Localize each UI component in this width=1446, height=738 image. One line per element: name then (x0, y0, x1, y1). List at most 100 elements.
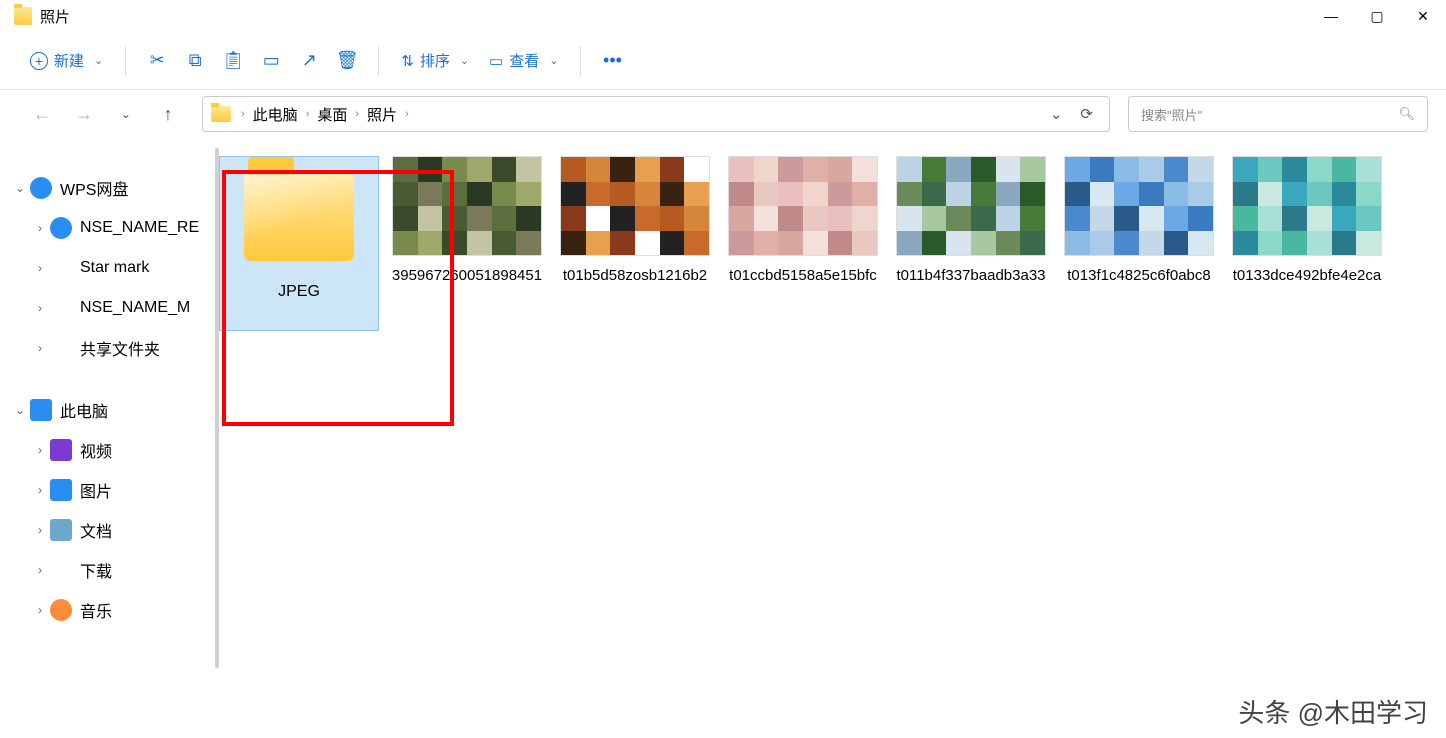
sidebar-item-label: Star mark (80, 259, 149, 277)
watermark: 头条 @木田学习 (1238, 693, 1428, 730)
window-controls: ― ▢ ✕ (1308, 0, 1446, 32)
expand-icon: › (30, 483, 50, 497)
folder-icon (211, 106, 231, 122)
thumbnail (392, 156, 542, 256)
folder-icon (244, 171, 354, 261)
separator (580, 46, 581, 76)
ico-share-icon (50, 337, 72, 359)
delete-button[interactable]: 🗑︎ (328, 42, 366, 80)
sidebar-item[interactable]: ›NSE_NAME_M (0, 288, 215, 328)
plus-icon: + (30, 52, 48, 70)
toolbar: + 新建 ⌄ ✂ ⧉ 📋︎ ▭ ↗ 🗑︎ ⇅ 排序 ⌄ ▭ 查看 ⌄ ••• (0, 32, 1446, 90)
main: ⌄WPS网盘›NSE_NAME_RE›Star mark›NSE_NAME_M›… (0, 138, 1446, 738)
search-placeholder: 搜索"照片" (1141, 105, 1202, 124)
expand-icon: ⌄ (10, 181, 30, 195)
new-label: 新建 (54, 50, 84, 71)
sort-button[interactable]: ⇅ 排序 ⌄ (391, 42, 479, 80)
crumb-sep: › (302, 108, 314, 120)
sort-label: 排序 (420, 50, 450, 71)
sidebar-item[interactable]: ›共享文件夹 (0, 328, 215, 368)
history-button[interactable]: ⌄ (114, 107, 138, 121)
sidebar-item-label: 共享文件夹 (80, 336, 160, 360)
sidebar-item[interactable]: › 音乐 (0, 590, 215, 630)
sidebar-item[interactable]: ›视频 (0, 430, 215, 470)
image-item[interactable]: 395967260051898451 (383, 156, 551, 339)
maximize-button[interactable]: ▢ (1354, 0, 1400, 32)
ico-dl-icon (50, 559, 72, 581)
sidebar-item[interactable]: ⌄WPS网盘 (0, 168, 215, 208)
thumbnail (728, 156, 878, 256)
address-actions: ⌄ ⟳ (1050, 105, 1103, 123)
expand-icon: › (30, 443, 50, 457)
image-item[interactable]: t01b5d58zosb1216b2 (551, 156, 719, 339)
forward-button[interactable]: → (72, 104, 96, 125)
crumb-sep: › (237, 108, 249, 120)
chevron-down-icon: ⌄ (460, 54, 469, 67)
search-box[interactable]: 搜索"照片" 🔍︎ (1128, 96, 1428, 132)
back-button[interactable]: ← (30, 104, 54, 125)
view-button[interactable]: ▭ 查看 ⌄ (479, 42, 568, 80)
image-item[interactable]: t0133dce492bfe4e2ca (1223, 156, 1391, 339)
ico-cloud-icon (50, 297, 72, 319)
separator (378, 46, 379, 76)
expand-icon: › (30, 261, 50, 275)
search-icon: 🔍︎ (1398, 106, 1415, 122)
sidebar-item-label: 下载 (80, 558, 112, 582)
chevron-down-icon: ⌄ (549, 54, 558, 67)
sidebar-item-label: 图片 (80, 478, 112, 502)
crumb-sep: › (351, 108, 363, 120)
expand-icon: › (30, 603, 50, 617)
expand-icon: › (30, 563, 50, 577)
sidebar-item[interactable]: ⌄此电脑 (0, 390, 215, 430)
separator (125, 46, 126, 76)
chevron-down-icon[interactable]: ⌄ (1050, 105, 1063, 123)
content-area[interactable]: JPEG395967260051898451t01b5d58zosb1216b2… (215, 138, 1446, 738)
sidebar-item[interactable]: › 图片 (0, 470, 215, 510)
image-item[interactable]: t013f1c4825c6f0abc8 (1055, 156, 1223, 339)
thumbnail (1064, 156, 1214, 256)
item-label: 395967260051898451 (383, 266, 551, 286)
chevron-down-icon: ⌄ (94, 54, 103, 67)
sidebar-item[interactable]: ›文档 (0, 510, 215, 550)
thumbnail (1232, 156, 1382, 256)
sidebar-item-label: 音乐 (80, 598, 112, 622)
copy-button[interactable]: ⧉ (176, 42, 214, 80)
view-label: 查看 (509, 50, 539, 71)
new-button[interactable]: + 新建 ⌄ (20, 42, 113, 80)
ico-pic-icon (50, 479, 72, 501)
ico-clock-icon (50, 217, 72, 239)
thumbnail (896, 156, 1046, 256)
close-button[interactable]: ✕ (1400, 0, 1446, 32)
folder-item[interactable]: JPEG (215, 156, 383, 339)
sidebar-item[interactable]: ›NSE_NAME_RE (0, 208, 215, 248)
image-item[interactable]: t01ccbd5158a5e15bfc (719, 156, 887, 339)
crumb[interactable]: 此电脑 (249, 104, 302, 125)
minimize-button[interactable]: ― (1308, 0, 1354, 32)
ico-music-icon (50, 599, 72, 621)
sidebar-item[interactable]: › Star mark (0, 248, 215, 288)
sidebar-item[interactable]: › 下载 (0, 550, 215, 590)
rename-button[interactable]: ▭ (252, 42, 290, 80)
titlebar: 照片 (0, 0, 1446, 32)
refresh-button[interactable]: ⟳ (1080, 105, 1093, 123)
ico-wps-icon (30, 177, 52, 199)
share-button[interactable]: ↗ (290, 42, 328, 80)
paste-button[interactable]: 📋︎ (214, 42, 252, 80)
more-button[interactable]: ••• (593, 42, 631, 80)
window-title: 照片 (40, 6, 70, 27)
ico-pc-icon (30, 399, 52, 421)
ico-video-icon (50, 439, 72, 461)
address-bar[interactable]: › 此电脑 › 桌面 › 照片 › ⌄ ⟳ (202, 96, 1110, 132)
sidebar: ⌄WPS网盘›NSE_NAME_RE›Star mark›NSE_NAME_M›… (0, 138, 215, 738)
expand-icon: › (30, 221, 50, 235)
item-label: t01b5d58zosb1216b2 (551, 266, 719, 286)
cut-button[interactable]: ✂ (138, 42, 176, 80)
crumb-sep: › (401, 108, 413, 120)
crumb[interactable]: 桌面 (313, 104, 351, 125)
sidebar-item-label: NSE_NAME_M (80, 299, 190, 317)
crumb[interactable]: 照片 (363, 104, 401, 125)
image-item[interactable]: t011b4f337baadb3a33 (887, 156, 1055, 339)
up-button[interactable]: ↑ (156, 104, 180, 125)
expand-icon: › (30, 523, 50, 537)
item-label: t011b4f337baadb3a33 (887, 266, 1055, 286)
